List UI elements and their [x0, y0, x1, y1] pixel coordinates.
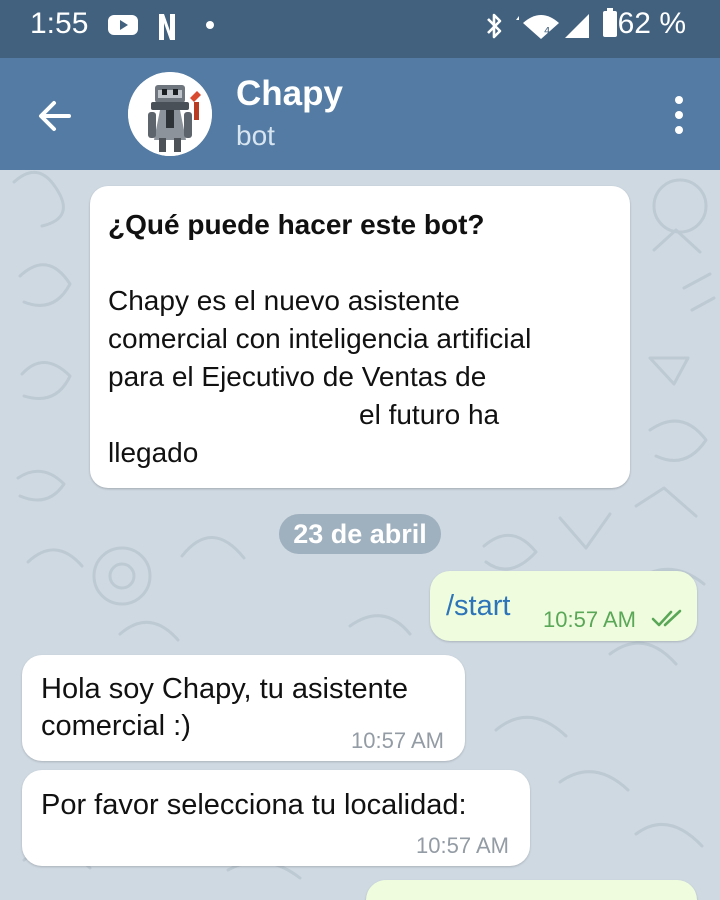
- signal-icon: [565, 14, 589, 38]
- wifi-icon: 4: [516, 15, 559, 39]
- battery-icon: [603, 8, 617, 37]
- battery-percentage: 62 %: [617, 7, 686, 40]
- bot-info-card: ¿Qué puede hacer este bot? Chapy es el n…: [90, 186, 630, 488]
- bot-info-title: ¿Qué puede hacer este bot?: [108, 209, 485, 240]
- message-text[interactable]: /start: [446, 588, 510, 625]
- message-text-line: Hola soy Chapy, tu asistente: [41, 673, 408, 705]
- bot-info-line: llegado: [108, 437, 199, 468]
- chat-subtitle: bot: [236, 120, 275, 151]
- more-vertical-icon[interactable]: [668, 93, 690, 137]
- message-text-line: Por favor selecciona tu localidad:: [41, 789, 467, 821]
- bluetooth-icon: [487, 13, 502, 39]
- double-check-icon: [651, 609, 682, 627]
- chat-title[interactable]: Chapy: [236, 74, 343, 114]
- date-separator-label: 23 de abril: [293, 519, 427, 549]
- message-time: 10:57 AM: [351, 728, 444, 753]
- outgoing-message-partial[interactable]: [366, 880, 697, 900]
- status-time: 1:55: [30, 7, 89, 40]
- bot-info-line: el futuro ha: [359, 399, 500, 430]
- dot-icon: [206, 21, 214, 29]
- incoming-message[interactable]: Por favor selecciona tu localidad: 10:57…: [22, 770, 530, 866]
- outgoing-message[interactable]: /start 10:57 AM: [430, 571, 697, 641]
- youtube-icon: [108, 15, 138, 35]
- netflix-icon: [159, 14, 175, 40]
- incoming-message[interactable]: Hola soy Chapy, tu asistente comercial :…: [22, 655, 465, 761]
- arrow-left-icon[interactable]: [28, 88, 84, 144]
- chat-header[interactable]: Chapy bot: [0, 58, 720, 170]
- bot-info-line: Chapy es el nuevo asistente: [108, 285, 460, 316]
- message-text-line: comercial :): [41, 710, 191, 742]
- status-bar: 1:55 4 62 %: [0, 0, 720, 58]
- bot-info-line: para el Ejecutivo de Ventas de: [108, 361, 487, 392]
- bot-info-line: comercial con inteligencia artificial: [108, 323, 532, 354]
- date-separator: 23 de abril: [279, 514, 441, 554]
- bot-info-body: Chapy es el nuevo asistente comercial co…: [108, 282, 618, 472]
- message-time: 10:57 AM: [416, 833, 509, 858]
- robot-icon: [128, 72, 212, 156]
- avatar[interactable]: [128, 72, 212, 156]
- chat-area[interactable]: ¿Qué puede hacer este bot? Chapy es el n…: [0, 170, 720, 900]
- svg-text:4: 4: [544, 26, 550, 37]
- message-time: 10:57 AM: [543, 607, 636, 632]
